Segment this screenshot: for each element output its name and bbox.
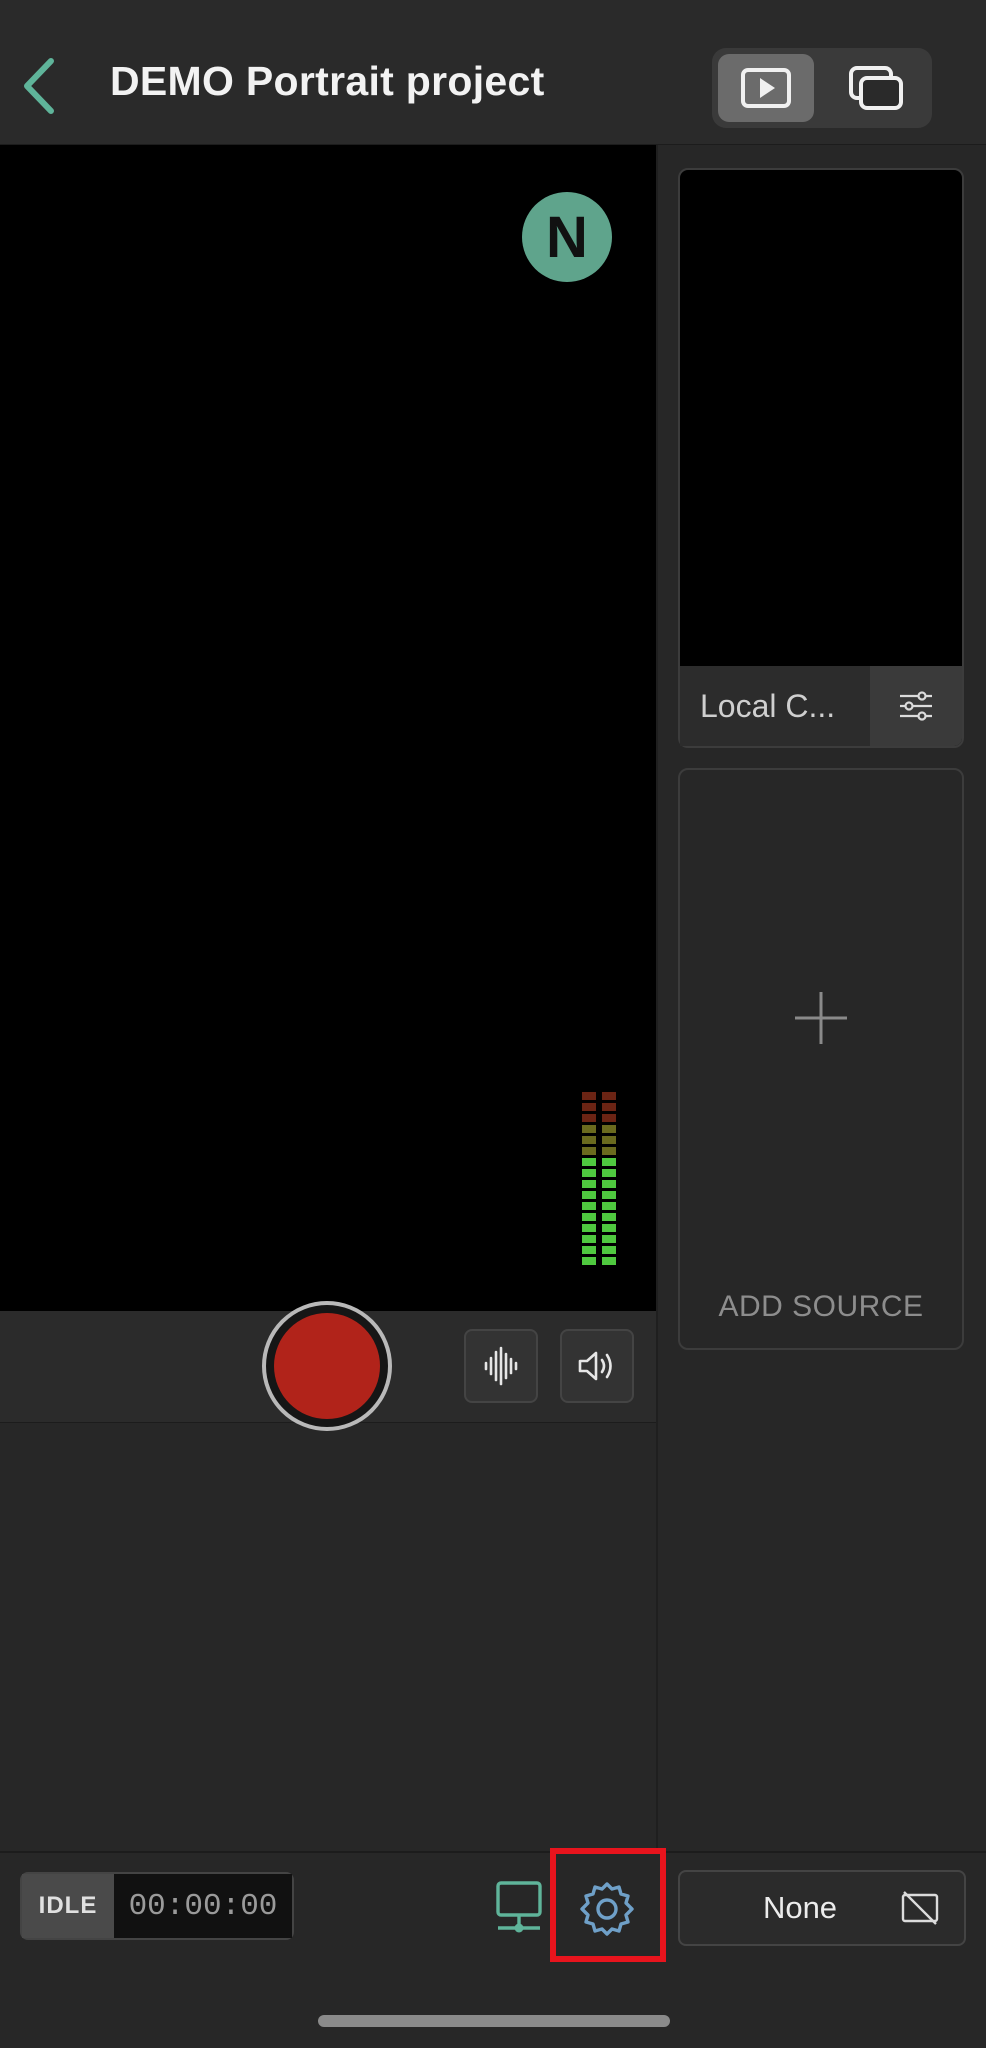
meter-segment bbox=[582, 1213, 596, 1221]
source-label: Local C... bbox=[700, 688, 836, 724]
meter-segment bbox=[602, 1235, 616, 1243]
meter-segment bbox=[582, 1136, 596, 1144]
meter-segment bbox=[582, 1257, 596, 1265]
meter-segment bbox=[582, 1235, 596, 1243]
meter-segment bbox=[582, 1103, 596, 1111]
meter-segment bbox=[582, 1180, 596, 1188]
meter-segment bbox=[602, 1191, 616, 1199]
meter-segment bbox=[582, 1169, 596, 1177]
gear-icon bbox=[580, 1882, 634, 1936]
meter-segment bbox=[602, 1158, 616, 1166]
status-badge: IDLE bbox=[22, 1874, 114, 1938]
meter-segment bbox=[582, 1125, 596, 1133]
chevron-left-icon bbox=[24, 58, 54, 114]
meter-segment bbox=[582, 1191, 596, 1199]
meter-segment bbox=[582, 1202, 596, 1210]
meter-segment bbox=[582, 1114, 596, 1122]
add-source-label: ADD SOURCE bbox=[718, 1290, 924, 1323]
meter-segment bbox=[602, 1103, 616, 1111]
meter-segment bbox=[602, 1180, 616, 1188]
meter-segment bbox=[602, 1224, 616, 1232]
audio-waveform-button[interactable] bbox=[464, 1329, 538, 1403]
source-card[interactable] bbox=[678, 168, 964, 748]
meter-segment bbox=[582, 1158, 596, 1166]
recording-timer: 00:00:00 bbox=[114, 1874, 292, 1938]
speaker-icon bbox=[578, 1351, 612, 1381]
user-avatar[interactable]: N bbox=[522, 192, 612, 282]
record-icon bbox=[274, 1313, 380, 1419]
sliders-icon bbox=[900, 691, 932, 721]
meter-segment bbox=[582, 1246, 596, 1254]
waveform-icon bbox=[484, 1346, 518, 1386]
meter-segment bbox=[602, 1125, 616, 1133]
record-button[interactable] bbox=[262, 1301, 392, 1431]
multi-window-icon bbox=[849, 66, 903, 110]
meter-segment bbox=[602, 1147, 616, 1155]
settings-button[interactable] bbox=[574, 1878, 640, 1940]
program-preview[interactable] bbox=[0, 145, 656, 1311]
meter-segment bbox=[602, 1114, 616, 1122]
back-button[interactable] bbox=[14, 54, 64, 118]
source-settings-button[interactable] bbox=[870, 666, 962, 746]
add-source-button[interactable] bbox=[678, 768, 964, 1350]
home-indicator bbox=[318, 2015, 670, 2027]
project-title: DEMO Portrait project bbox=[110, 58, 545, 104]
view-mode-multiview-button[interactable] bbox=[826, 54, 926, 122]
meter-segment bbox=[582, 1092, 596, 1100]
meter-segment bbox=[602, 1257, 616, 1265]
output-destination-label: None bbox=[762, 1890, 838, 1925]
play-icon bbox=[741, 68, 791, 108]
audio-level-meter bbox=[582, 1092, 616, 1265]
meter-segment bbox=[602, 1202, 616, 1210]
meter-segment bbox=[602, 1246, 616, 1254]
meter-segment bbox=[602, 1213, 616, 1221]
plus-icon bbox=[795, 992, 847, 1044]
meter-segment bbox=[582, 1224, 596, 1232]
meter-segment bbox=[602, 1169, 616, 1177]
meter-segment bbox=[602, 1092, 616, 1100]
no-output-icon bbox=[901, 1891, 939, 1925]
speaker-button[interactable] bbox=[560, 1329, 634, 1403]
view-mode-live-button[interactable] bbox=[718, 54, 814, 122]
network-monitor-icon[interactable] bbox=[494, 1880, 544, 1936]
meter-segment bbox=[582, 1147, 596, 1155]
meter-segment bbox=[602, 1136, 616, 1144]
